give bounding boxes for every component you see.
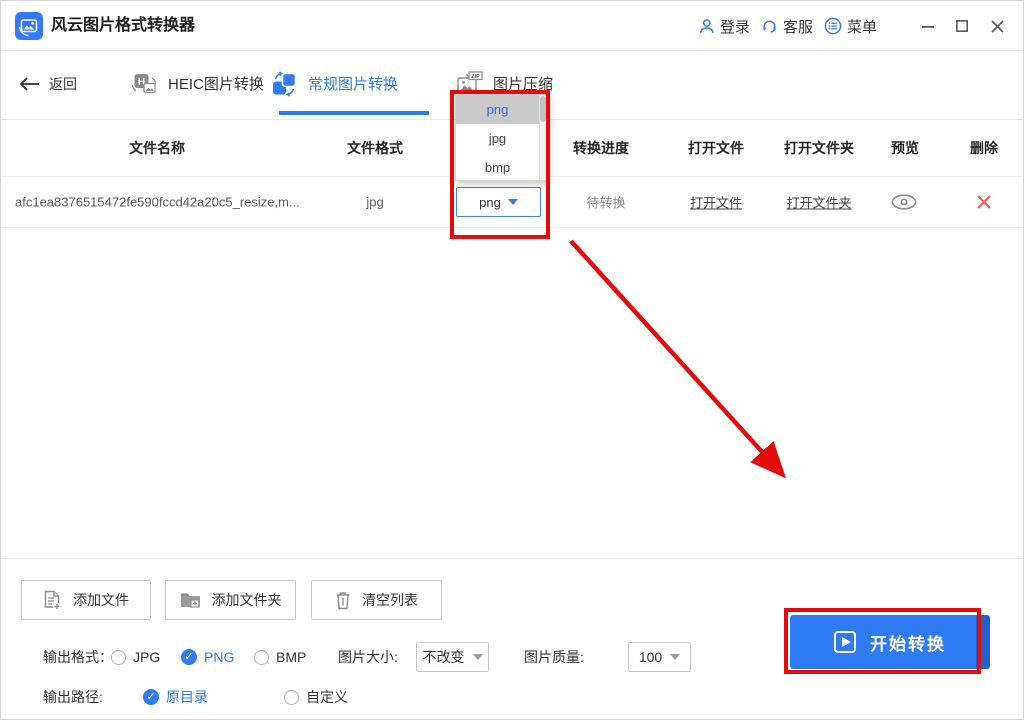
menu-icon (824, 17, 842, 35)
active-tab-underline (279, 111, 429, 115)
radio-circle-custom (284, 690, 299, 705)
tab-regular-convert[interactable]: 常规图片转换 (271, 51, 398, 116)
back-button[interactable]: 返回 (19, 51, 77, 116)
customer-service-label: 客服 (783, 16, 813, 37)
col-header-open-file: 打开文件 (688, 138, 744, 158)
zip-compress-icon: ZIP (456, 71, 483, 96)
customer-service-button[interactable]: 客服 (761, 1, 813, 51)
title-bar: 风云图片格式转换器 登录 客服 (1, 1, 1023, 51)
add-folder-icon (180, 591, 201, 609)
back-label: 返回 (49, 74, 77, 94)
clear-list-button[interactable]: 清空列表 (311, 580, 442, 620)
chevron-down-icon (670, 654, 680, 660)
login-button[interactable]: 登录 (698, 1, 750, 51)
user-icon (698, 18, 715, 35)
open-file-link[interactable]: 打开文件 (690, 193, 742, 212)
maximize-icon (955, 19, 969, 33)
app-logo-icon (15, 12, 43, 40)
add-file-label: 添加文件 (73, 590, 129, 610)
radio-bmp-label: BMP (276, 649, 306, 665)
radio-original-label: 原目录 (166, 687, 208, 707)
col-header-preview: 预览 (891, 138, 919, 158)
dropdown-option-png[interactable]: png (456, 95, 547, 124)
svg-text:ZIP: ZIP (471, 74, 480, 80)
col-header-format: 文件格式 (347, 138, 403, 158)
dropdown-scrollbar[interactable] (539, 95, 547, 180)
output-path-label: 输出路径: (43, 682, 103, 712)
radio-circle-original-checked (143, 689, 159, 705)
eye-icon (891, 194, 918, 211)
delete-row-button[interactable] (976, 194, 993, 211)
close-icon (990, 19, 1005, 34)
trash-icon (335, 591, 351, 610)
bottom-panel: 添加文件 添加文件夹 清空列表 输出格式： (1, 558, 1023, 719)
tab-regular-label: 常规图片转换 (308, 73, 398, 94)
menu-label: 菜单 (847, 16, 877, 37)
radio-circle-png-checked (181, 649, 197, 665)
menu-button[interactable]: 菜单 (824, 1, 877, 51)
radio-custom-label: 自定义 (306, 687, 348, 707)
add-folder-button[interactable]: 添加文件夹 (165, 580, 296, 620)
settings-row-path: 输出路径: 原目录 自定义 (1, 682, 1023, 712)
maximize-button[interactable] (951, 1, 973, 51)
image-quality-value: 100 (639, 649, 662, 665)
add-file-icon (43, 590, 62, 611)
col-header-filename: 文件名称 (129, 138, 185, 158)
row-output-format-select[interactable]: png (456, 187, 541, 217)
row-source-format: jpg (366, 195, 383, 210)
open-folder-link[interactable]: 打开文件夹 (786, 193, 851, 212)
radio-jpg[interactable]: JPG (111, 642, 160, 672)
start-convert-label: 开始转换 (870, 630, 946, 655)
image-quality-select[interactable]: 100 (628, 642, 691, 672)
dropdown-option-bmp[interactable]: bmp (456, 153, 547, 182)
play-icon (834, 631, 856, 653)
chevron-down-icon (473, 654, 483, 660)
back-arrow-icon (19, 77, 41, 91)
radio-original-dir[interactable]: 原目录 (143, 682, 208, 712)
row-output-format-value: png (479, 195, 501, 210)
dropdown-scrollbar-thumb[interactable] (540, 96, 546, 122)
col-header-open-folder: 打开文件夹 (784, 138, 854, 158)
delete-x-icon (976, 194, 993, 211)
radio-circle-jpg (111, 650, 126, 665)
image-quality-label: 图片质量: (524, 642, 584, 672)
tab-heic-convert[interactable]: H HEIC图片转换 (131, 51, 264, 116)
dropdown-option-jpg[interactable]: jpg (456, 124, 547, 153)
clear-list-label: 清空列表 (362, 590, 418, 610)
radio-jpg-label: JPG (133, 649, 160, 665)
chevron-down-icon (508, 199, 518, 205)
heic-icon: H (131, 71, 158, 97)
table-row: afc1ea8376515472fe590fccd42a20c5_resize,… (1, 177, 1023, 228)
close-button[interactable] (986, 1, 1008, 51)
radio-png-label: PNG (204, 649, 234, 665)
radio-custom-dir[interactable]: 自定义 (284, 682, 348, 712)
row-filename: afc1ea8376515472fe590fccd42a20c5_resize,… (15, 195, 300, 210)
radio-bmp[interactable]: BMP (254, 642, 306, 672)
format-dropdown-panel: png jpg bmp (455, 94, 548, 181)
output-format-label: 输出格式： (43, 642, 113, 672)
start-convert-button[interactable]: 开始转换 (790, 615, 990, 669)
image-size-value: 不改变 (423, 647, 465, 667)
minimize-icon (921, 19, 935, 33)
image-size-label: 图片大小: (338, 642, 398, 672)
col-header-progress: 转换进度 (573, 138, 629, 158)
swap-icon (271, 71, 298, 97)
preview-button[interactable] (891, 194, 918, 211)
add-folder-label: 添加文件夹 (212, 590, 282, 610)
row-status: 待转换 (586, 193, 625, 212)
app-window: 风云图片格式转换器 登录 客服 (0, 0, 1024, 720)
radio-circle-bmp (254, 650, 269, 665)
headset-icon (761, 18, 778, 35)
radio-png[interactable]: PNG (181, 642, 234, 672)
image-size-select[interactable]: 不改变 (416, 642, 489, 672)
col-header-delete: 删除 (970, 138, 998, 158)
tab-heic-label: HEIC图片转换 (168, 73, 264, 94)
minimize-button[interactable] (917, 1, 939, 51)
tab-compress-label: 图片压缩 (493, 73, 553, 94)
login-label: 登录 (720, 16, 750, 37)
app-title: 风云图片格式转换器 (51, 1, 195, 51)
add-file-button[interactable]: 添加文件 (21, 580, 151, 620)
